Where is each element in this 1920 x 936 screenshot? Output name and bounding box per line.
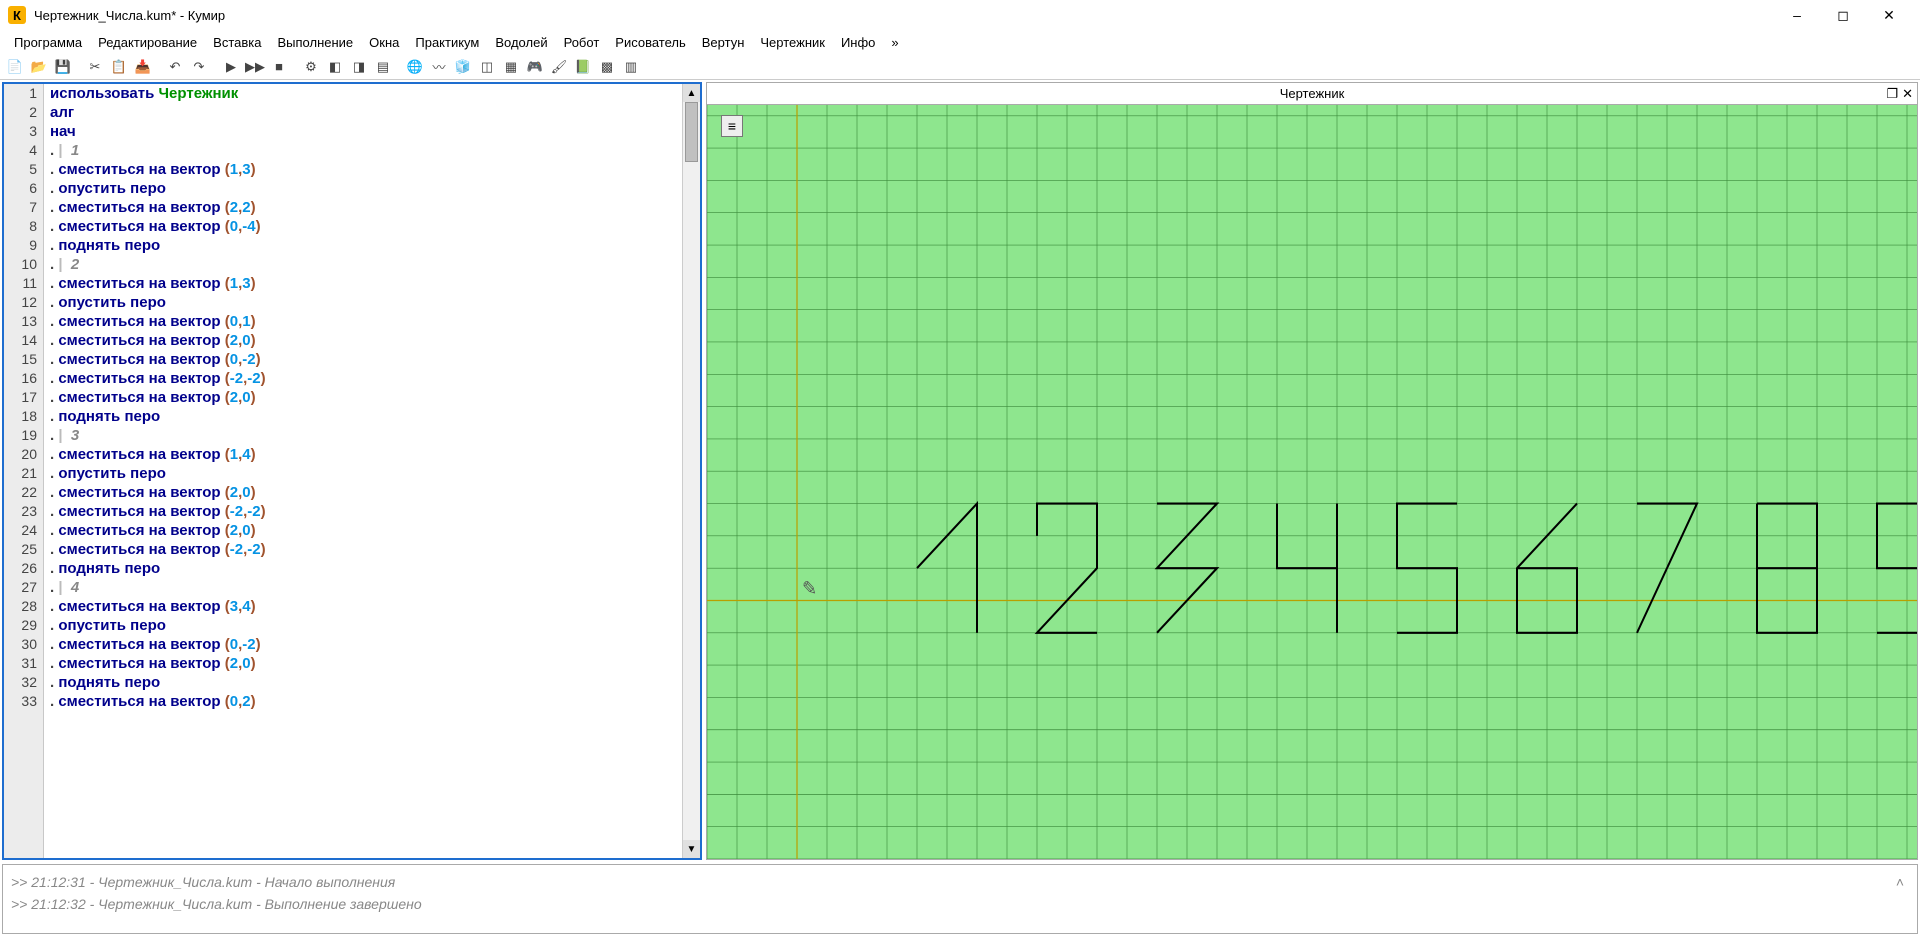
menu-robot[interactable]: Робот xyxy=(558,35,606,50)
editor[interactable]: 1234567891011121314151617181920212223242… xyxy=(4,84,700,858)
editor-pane: 1234567891011121314151617181920212223242… xyxy=(2,82,702,860)
tb-mod2-icon[interactable]: 〰 xyxy=(428,56,450,78)
console-line: >> 21:12:31 - Чертежник_Числа.kum - Нача… xyxy=(11,871,1891,893)
menu-more[interactable]: » xyxy=(885,35,904,50)
console-collapse-icon[interactable]: ˄ xyxy=(1891,871,1909,927)
titlebar: К Чертежник_Числа.kum* - Кумир – ◻ ✕ xyxy=(0,0,1920,30)
menu-vertun[interactable]: Вертун xyxy=(696,35,751,50)
v-scrollbar[interactable]: ▲ ▼ xyxy=(682,84,700,858)
svg-text:✎: ✎ xyxy=(802,577,817,599)
menu-edit[interactable]: Редактирование xyxy=(92,35,203,50)
menu-windows[interactable]: Окна xyxy=(363,35,405,50)
code-area[interactable]: использовать Чертежникалгнач. | 1. смест… xyxy=(44,84,682,858)
tb-tool2-icon[interactable]: ◧ xyxy=(324,56,346,78)
console: >> 21:12:31 - Чертежник_Числа.kum - Нача… xyxy=(2,864,1918,934)
console-text: >> 21:12:31 - Чертежник_Числа.kum - Нача… xyxy=(11,871,1891,927)
scroll-track[interactable] xyxy=(683,102,700,840)
tb-step-icon[interactable]: ▶▶ xyxy=(244,56,266,78)
window-title: Чертежник_Числа.kum* - Кумир xyxy=(34,8,1774,23)
canvas-wrap: ✎ ≡ xyxy=(707,105,1917,859)
maximize-button[interactable]: ◻ xyxy=(1820,0,1866,30)
tb-new-icon[interactable]: 📄 xyxy=(4,56,26,78)
app-logo: К xyxy=(8,6,26,24)
tb-cut-icon[interactable]: ✂ xyxy=(84,56,106,78)
toolbar: 📄 📂 💾 ✂ 📋 📥 ↶ ↷ ▶ ▶▶ ■ ⚙ ◧ ◨ ▤ 🌐 〰 🧊 ◫ ▦… xyxy=(0,54,1920,80)
tb-tool1-icon[interactable]: ⚙ xyxy=(300,56,322,78)
tb-tool4-icon[interactable]: ▤ xyxy=(372,56,394,78)
menu-insert[interactable]: Вставка xyxy=(207,35,267,50)
menu-practicum[interactable]: Практикум xyxy=(409,35,485,50)
menubar: Программа Редактирование Вставка Выполне… xyxy=(0,30,1920,54)
tb-redo-icon[interactable]: ↷ xyxy=(188,56,210,78)
scroll-thumb[interactable] xyxy=(685,102,698,162)
canvas-menu-icon[interactable]: ≡ xyxy=(721,115,743,137)
menu-painter[interactable]: Рисователь xyxy=(609,35,691,50)
draftsman-header: Чертежник ❐ ✕ xyxy=(707,83,1917,105)
tb-undo-icon[interactable]: ↶ xyxy=(164,56,186,78)
menu-vodoley[interactable]: Водолей xyxy=(489,35,553,50)
draftsman-title: Чертежник xyxy=(1280,86,1345,101)
draftsman-canvas[interactable]: ✎ xyxy=(707,105,1917,859)
menu-run[interactable]: Выполнение xyxy=(271,35,359,50)
pane-close-icon[interactable]: ✕ xyxy=(1902,86,1913,102)
tb-copy-icon[interactable]: 📋 xyxy=(108,56,130,78)
pane-restore-icon[interactable]: ❐ xyxy=(1886,86,1898,102)
close-button[interactable]: ✕ xyxy=(1866,0,1912,30)
menu-info[interactable]: Инфо xyxy=(835,35,881,50)
tb-open-icon[interactable]: 📂 xyxy=(28,56,50,78)
tb-mod4-icon[interactable]: ◫ xyxy=(476,56,498,78)
scroll-up-icon[interactable]: ▲ xyxy=(683,84,700,102)
tb-mod5-icon[interactable]: ▦ xyxy=(500,56,522,78)
tb-mod10-icon[interactable]: ▥ xyxy=(620,56,642,78)
main: 1234567891011121314151617181920212223242… xyxy=(0,80,1920,862)
tb-mod8-icon[interactable]: 📗 xyxy=(572,56,594,78)
tb-mod1-icon[interactable]: 🌐 xyxy=(404,56,426,78)
tb-mod9-icon[interactable]: ▩ xyxy=(596,56,618,78)
minimize-button[interactable]: – xyxy=(1774,0,1820,30)
tb-run-icon[interactable]: ▶ xyxy=(220,56,242,78)
console-line: >> 21:12:32 - Чертежник_Числа.kum - Выпо… xyxy=(11,893,1891,915)
draftsman-pane: Чертежник ❐ ✕ ✎ ≡ xyxy=(706,82,1918,860)
menu-draftsman[interactable]: Чертежник xyxy=(754,35,831,50)
tb-mod6-icon[interactable]: 🎮 xyxy=(524,56,546,78)
menu-program[interactable]: Программа xyxy=(8,35,88,50)
tb-tool3-icon[interactable]: ◨ xyxy=(348,56,370,78)
tb-paste-icon[interactable]: 📥 xyxy=(132,56,154,78)
tb-mod3-icon[interactable]: 🧊 xyxy=(452,56,474,78)
tb-save-icon[interactable]: 💾 xyxy=(52,56,74,78)
scroll-down-icon[interactable]: ▼ xyxy=(683,840,700,858)
tb-stop-icon[interactable]: ■ xyxy=(268,56,290,78)
tb-mod7-icon[interactable]: 🖌 xyxy=(548,56,570,78)
line-gutter: 1234567891011121314151617181920212223242… xyxy=(4,84,44,858)
